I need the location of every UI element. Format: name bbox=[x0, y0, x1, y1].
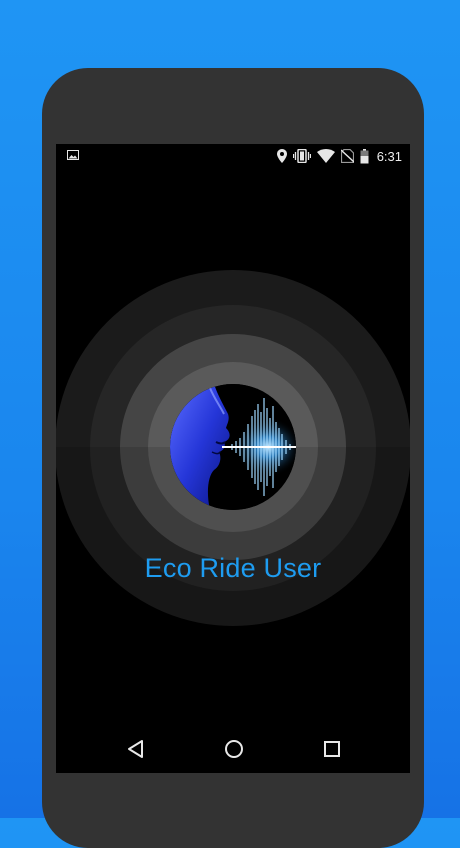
no-sim-icon bbox=[340, 149, 354, 163]
splash-content: Eco Ride User bbox=[56, 168, 410, 728]
app-title: Eco Ride User bbox=[144, 553, 322, 583]
image-notification-icon bbox=[67, 150, 79, 160]
recents-button[interactable] bbox=[320, 737, 344, 761]
recents-icon bbox=[324, 741, 340, 757]
wifi-icon bbox=[316, 149, 335, 163]
back-icon bbox=[128, 740, 143, 758]
navigation-bar bbox=[56, 726, 410, 773]
battery-icon bbox=[360, 148, 369, 163]
location-icon bbox=[276, 149, 287, 163]
status-icons: 6:31 bbox=[276, 148, 402, 164]
home-button[interactable] bbox=[222, 737, 246, 761]
phone-screen: 6:31 Eco Ride User bbox=[56, 144, 410, 773]
voice-face-logo bbox=[170, 384, 296, 510]
back-button[interactable] bbox=[124, 737, 148, 761]
vibrate-icon bbox=[292, 149, 311, 163]
status-bar: 6:31 bbox=[56, 144, 410, 168]
status-time: 6:31 bbox=[376, 148, 402, 164]
home-icon bbox=[225, 740, 243, 758]
